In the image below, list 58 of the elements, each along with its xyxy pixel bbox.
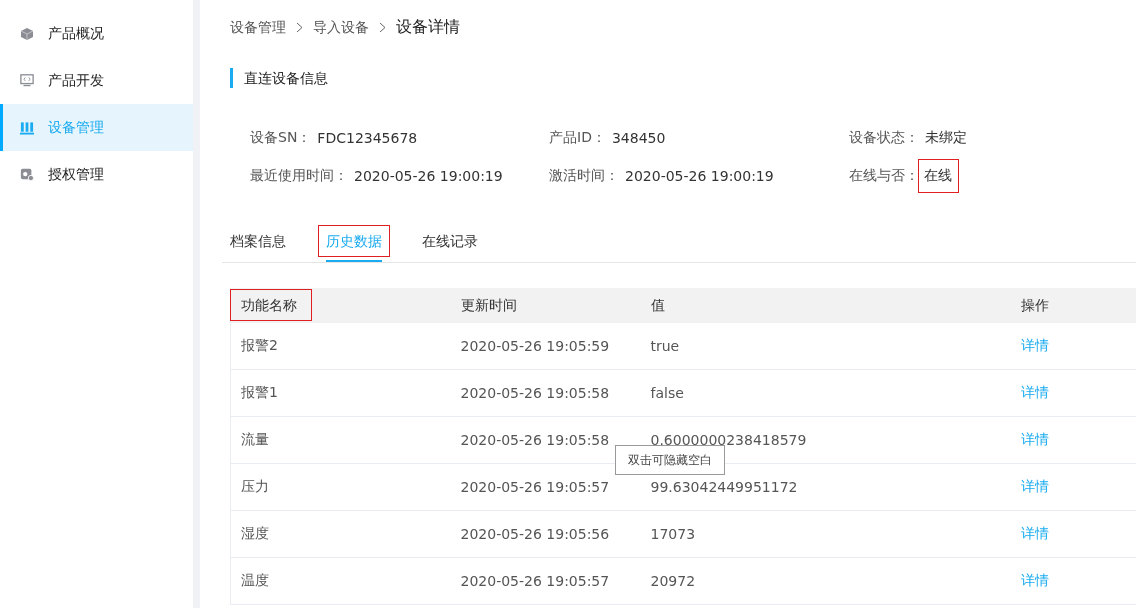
table-cell: 99.63042449951172	[650, 479, 798, 495]
table-cell: true	[650, 338, 680, 354]
table-cell: 2020-05-26 19:05:56	[460, 526, 610, 542]
sidebar-item[interactable]: 设备管理	[0, 104, 193, 151]
tab[interactable]: 在线记录	[414, 225, 486, 262]
table-cell: 报警2	[241, 337, 278, 353]
key-icon	[20, 167, 34, 182]
column-header: 操作	[1020, 296, 1049, 313]
details-link[interactable]: 详情	[1020, 384, 1049, 400]
table-cell: 报警1	[241, 384, 278, 400]
table-cell: 2020-05-26 19:05:57	[460, 573, 610, 589]
breadcrumb-current: 设备详情	[396, 17, 460, 38]
section-title: 直连设备信息	[230, 68, 1136, 88]
field-label: 在线与否：	[849, 167, 919, 185]
breadcrumb-link[interactable]: 导入设备	[313, 18, 369, 37]
tab[interactable]: 档案信息	[222, 225, 294, 262]
field-value: 2020-05-26 19:00:19	[354, 168, 503, 184]
chevron-right-icon	[379, 22, 386, 33]
table-cell: 20972	[650, 573, 696, 589]
table-cell: 湿度	[241, 525, 269, 541]
column-header: 更新时间	[460, 296, 517, 313]
details-link[interactable]: 详情	[1020, 525, 1049, 541]
field-label: 设备状态：	[849, 129, 919, 147]
table-cell: 2020-05-26 19:05:59	[460, 338, 610, 354]
field-label: 最近使用时间：	[250, 167, 348, 185]
monitor-icon	[20, 73, 34, 88]
details-link[interactable]: 详情	[1020, 337, 1049, 353]
sidebar-item[interactable]: 产品概况	[0, 10, 193, 57]
table-cell: 2020-05-26 19:05:57	[460, 479, 610, 495]
tab[interactable]: 历史数据	[318, 225, 390, 262]
column-header: 值	[650, 296, 665, 313]
sidebar-item[interactable]: 授权管理	[0, 151, 193, 198]
table-cell: 温度	[241, 572, 269, 588]
table-cell: false	[650, 385, 684, 401]
details-link[interactable]: 详情	[1020, 572, 1049, 588]
bar-chart-icon	[20, 120, 34, 135]
column-header: 功能名称	[231, 289, 311, 320]
table-cell: 0.6000000238418579	[650, 432, 807, 448]
cube-icon	[20, 26, 34, 41]
field-label: 激活时间：	[549, 167, 619, 185]
field-label: 设备SN：	[250, 129, 312, 147]
field-value: 未绑定	[925, 129, 967, 147]
field-label: 产品ID：	[549, 129, 606, 147]
field-value: 在线	[919, 160, 958, 192]
table-cell: 流量	[241, 431, 269, 447]
field-value: 348450	[611, 130, 666, 146]
sidebar-item[interactable]: 产品开发	[0, 57, 193, 104]
table-cell: 2020-05-26 19:05:58	[460, 432, 610, 448]
chevron-right-icon	[296, 22, 303, 33]
details-link[interactable]: 详情	[1020, 478, 1049, 494]
field-value: 2020-05-26 19:00:19	[625, 168, 774, 184]
table-cell: 压力	[241, 478, 269, 494]
table-cell: 2020-05-26 19:05:58	[460, 385, 610, 401]
tooltip: 双击可隐藏空白	[615, 445, 725, 475]
table-cell: 17073	[650, 526, 696, 542]
breadcrumb-link[interactable]: 设备管理	[230, 18, 286, 37]
field-value: FDC12345678	[317, 130, 418, 146]
details-link[interactable]: 详情	[1020, 431, 1049, 447]
